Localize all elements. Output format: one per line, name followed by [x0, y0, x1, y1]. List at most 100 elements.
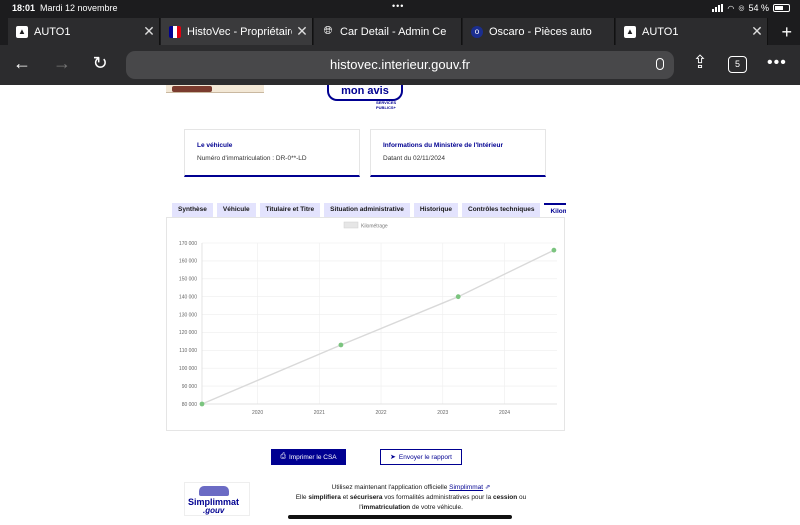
y-tick-label: 130 000	[179, 312, 197, 318]
x-tick-label: 2022	[375, 410, 386, 416]
forward-arrow-icon[interactable]: →	[50, 53, 74, 74]
tab-title: AUTO1	[34, 25, 71, 38]
globe-icon: 🌐︎	[323, 25, 333, 37]
status-indicators: ◠ ◎ 54 %	[712, 3, 790, 13]
tab-title: HistoVec - Propriétaire	[187, 25, 292, 38]
ministry-card: Informations du Ministère de l'Intérieur…	[370, 129, 546, 177]
tab-situation[interactable]: Situation administrative	[324, 203, 410, 217]
send-report-button[interactable]: ➤ Envoyer le rapport	[380, 449, 462, 465]
simplimmat-link[interactable]: Simplimmat	[449, 484, 483, 491]
multitasking-dots-icon[interactable]: •••	[392, 1, 404, 11]
oscaro-icon: o	[471, 25, 483, 38]
home-indicator[interactable]	[288, 515, 512, 519]
browser-tab-auto1[interactable]: ▲ AUTO1 ✕	[8, 18, 160, 45]
promo-text: ou	[519, 494, 527, 501]
status-date: Mardi 12 novembre	[40, 3, 118, 13]
mileage-point	[338, 342, 344, 348]
new-tab-plus-icon[interactable]: +	[781, 22, 792, 43]
close-icon[interactable]: ✕	[139, 23, 159, 40]
x-tick-label: 2024	[499, 410, 510, 416]
services-publics-logo: SERVICES PUBLICS+	[376, 100, 397, 110]
tab-kilometrage[interactable]: Kilométrage	[544, 203, 566, 217]
back-arrow-icon[interactable]: ←	[10, 53, 34, 74]
promo-bold: immatriculation	[361, 504, 411, 511]
ministry-card-title: Informations du Ministère de l'Intérieur	[383, 142, 504, 149]
x-tick-label: 2020	[252, 410, 263, 416]
close-icon[interactable]: ✕	[747, 23, 767, 40]
browser-toolbar: ← → ↻ histovec.interieur.gouv.fr ⇪ 5 •••	[0, 45, 800, 85]
car-icon	[199, 486, 229, 496]
location-icon: ◎	[738, 5, 745, 12]
y-tick-label: 100 000	[179, 366, 197, 372]
auto1-icon: ▲	[16, 25, 28, 38]
signal-icon	[712, 4, 724, 12]
x-tick-label: 2021	[314, 410, 325, 416]
y-tick-label: 90 000	[182, 384, 198, 390]
mileage-point	[199, 401, 205, 407]
status-bar: 18:01 Mardi 12 novembre ••• ◠ ◎ 54 %	[0, 0, 800, 18]
browser-tab-auto1-second[interactable]: ▲ AUTO1 ✕	[616, 18, 768, 45]
print-label: Imprimer le CSA	[288, 453, 337, 461]
section-tabs: Synthèse Véhicule Titulaire et Titre Sit…	[172, 203, 566, 218]
external-link-icon[interactable]: ⇗	[485, 484, 490, 491]
vehicle-illustration	[166, 85, 264, 93]
close-icon[interactable]: ✕	[292, 23, 312, 40]
battery-icon	[773, 4, 790, 12]
web-page: mon avis SERVICES PUBLICS+ Le véhicule N…	[0, 85, 800, 525]
tab-switcher-button[interactable]: 5	[728, 56, 747, 73]
tab-controles[interactable]: Contrôles techniques	[462, 203, 541, 217]
tab-title: AUTO1	[642, 25, 679, 38]
french-flag-icon	[169, 25, 181, 38]
simplimmat-logo[interactable]: Simplimmat .gouv	[184, 482, 250, 516]
microphone-icon[interactable]	[656, 58, 664, 70]
mileage-point	[551, 247, 557, 253]
share-icon[interactable]: ⇪	[688, 52, 712, 73]
promo-text: de votre véhicule.	[411, 504, 463, 511]
promo-text: vos formalités administratives pour la	[384, 494, 492, 501]
promo-bold: cession	[493, 494, 518, 501]
mileage-point	[455, 294, 461, 300]
tab-synthese[interactable]: Synthèse	[172, 203, 213, 217]
browser-tab-bar: ▲ AUTO1 ✕ HistoVec - Propriétaire ✕ 🌐︎ C…	[0, 18, 800, 45]
print-csa-button[interactable]: ⎙ Imprimer le CSA	[271, 449, 346, 465]
browser-tab-oscaro[interactable]: o Oscaro - Pièces auto	[463, 18, 615, 45]
y-tick-label: 120 000	[179, 330, 197, 336]
je-donne-mon-avis-button[interactable]: mon avis	[327, 85, 403, 101]
mileage-line	[201, 249, 555, 405]
legend-swatch	[343, 221, 359, 229]
mileage-chart: Kilométrage 80 000 90 000 100 000 110 000 120…	[166, 217, 565, 431]
promo-text: Elle	[295, 494, 307, 501]
ipad-screen: 18:01 Mardi 12 novembre ••• ◠ ◎ 54 % ▲ A…	[0, 0, 800, 525]
battery-percent: 54 %	[748, 3, 769, 13]
browser-tab-histovec[interactable]: HistoVec - Propriétaire ✕	[161, 18, 313, 45]
browser-tab-car-detail[interactable]: 🌐︎ Car Detail - Admin Ce	[314, 18, 462, 45]
ministry-date: Datant du 02/11/2024	[383, 155, 446, 162]
promo-line1: Utilisez maintenant l'application offici…	[331, 484, 448, 491]
tab-vehicule[interactable]: Véhicule	[216, 203, 256, 217]
send-label: Envoyer le rapport	[398, 453, 452, 461]
send-icon: ➤	[390, 454, 396, 461]
tab-historique[interactable]: Historique	[413, 203, 459, 217]
mileage-chart-svg: Kilométrage 80 000 90 000 100 000 110 000 120…	[179, 221, 557, 416]
simplimmat-promo: Utilisez maintenant l'application offici…	[266, 483, 556, 513]
y-tick-label: 160 000	[179, 259, 197, 265]
wifi-icon: ◠	[727, 3, 735, 13]
more-options-icon[interactable]: •••	[767, 54, 787, 72]
legend-label: Kilométrage	[361, 224, 388, 230]
vehicle-card: Le véhicule Numéro d'immatriculation : D…	[184, 129, 360, 177]
y-tick-label: 80 000	[182, 402, 198, 408]
promo-text: et	[342, 494, 349, 501]
simplimmat-logo-suffix: .gouv	[203, 506, 225, 515]
promo-bold: sécurisera	[349, 494, 383, 501]
vehicle-registration: Numéro d'immatriculation : DR-0**-LD	[197, 155, 307, 162]
status-time: 18:01	[12, 3, 36, 13]
address-bar[interactable]: histovec.interieur.gouv.fr	[126, 51, 674, 79]
printer-icon: ⎙	[280, 453, 286, 460]
tab-titulaire[interactable]: Titulaire et Titre	[259, 203, 321, 217]
x-tick-label: 2023	[437, 410, 448, 416]
reload-icon[interactable]: ↻	[88, 53, 112, 74]
promo-bold: simplifiera	[308, 494, 341, 501]
auto1-icon: ▲	[624, 25, 636, 38]
avis-label: mon avis	[341, 85, 389, 97]
y-tick-label: 140 000	[179, 294, 197, 300]
